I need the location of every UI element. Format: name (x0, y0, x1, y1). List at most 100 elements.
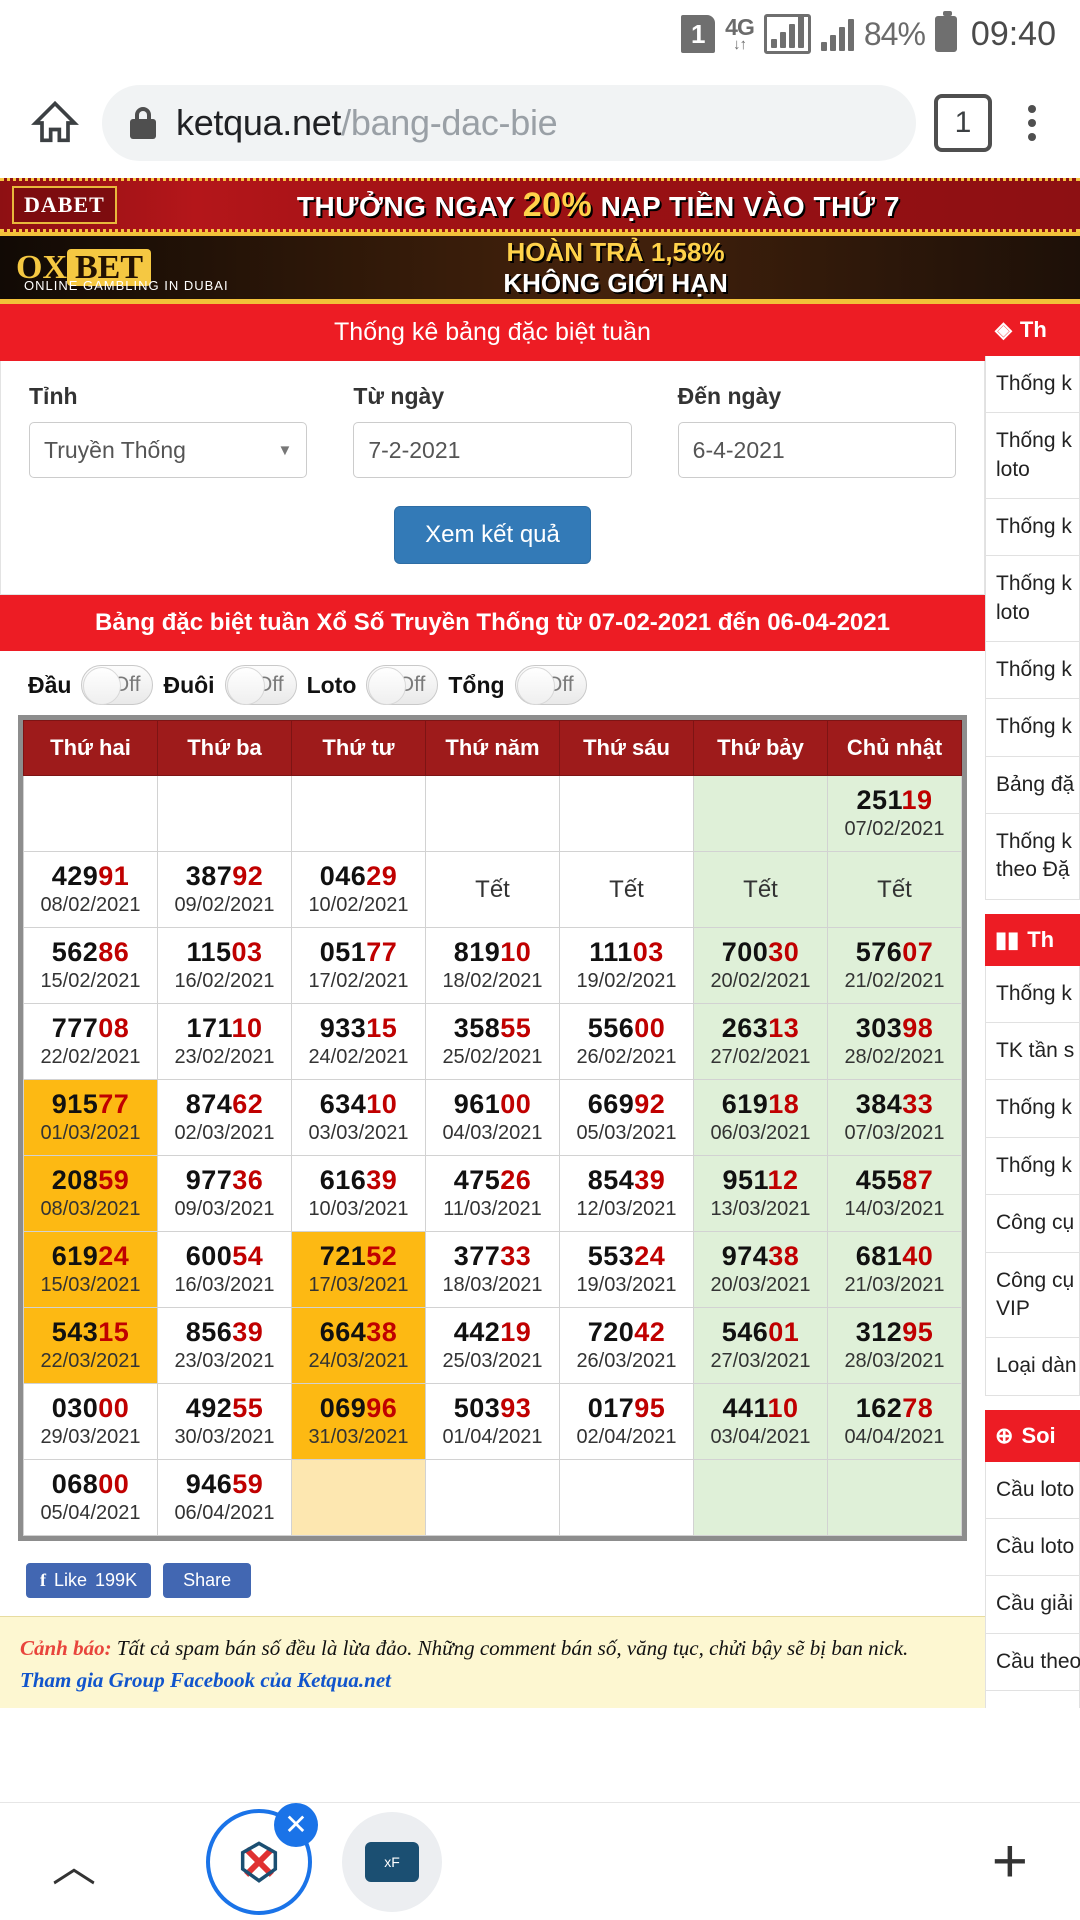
lottery-date: 18/02/2021 (442, 969, 543, 992)
table-cell: 97736 09/03/2021 (157, 1155, 292, 1232)
signal-strength-2-icon (820, 17, 854, 51)
table-cell: 93315 24/02/2021 (291, 1003, 426, 1080)
sidebar-item-2-2[interactable]: Cầu giải (985, 1576, 1080, 1634)
lottery-number: 60054 (185, 1241, 264, 1272)
home-icon[interactable] (26, 94, 84, 152)
lottery-number: 20859 (51, 1165, 130, 1196)
table-cell (291, 775, 426, 852)
table-cell: 31295 28/03/2021 (827, 1307, 962, 1384)
table-cell (425, 775, 560, 852)
lottery-date: 03/04/2021 (710, 1425, 811, 1448)
xenforo-icon: xF (365, 1841, 419, 1882)
table-cell: 57607 21/02/2021 (827, 927, 962, 1004)
table-cell (559, 1459, 694, 1536)
floating-bubble-primary[interactable]: ✕ (206, 1802, 318, 1915)
lottery-number: 77708 (51, 1013, 130, 1044)
browser-toolbar: ketqua.net/bang-dac-bie 1 (0, 68, 1080, 178)
lottery-date: 31/03/2021 (308, 1425, 409, 1448)
table-cell-holiday: Tết (559, 851, 694, 928)
sidebar-item-1-1[interactable]: TK tần s (985, 1023, 1080, 1081)
lottery-number: 56286 (51, 937, 130, 968)
table-cell: 54315 22/03/2021 (23, 1307, 158, 1384)
toggle-switch-1[interactable]: Off (224, 665, 297, 705)
plus-icon[interactable]: + (992, 1830, 1028, 1893)
chevron-up-icon[interactable]: ︿ (52, 1830, 96, 1894)
lottery-number: 61924 (51, 1241, 130, 1272)
tab-switcher-button[interactable]: 1 (934, 94, 992, 152)
sidebar-item-2-3[interactable]: Cầu theo (985, 1633, 1080, 1691)
sidebar-item-1-2[interactable]: Thống k (985, 1080, 1080, 1138)
toggle-label-3: Tổng (448, 671, 505, 698)
table-cell: 54601 27/03/2021 (693, 1307, 828, 1384)
table-cell (291, 1459, 426, 1536)
close-icon[interactable]: ✕ (274, 1802, 318, 1847)
sidebar-item-0-5[interactable]: Thống k (985, 699, 1080, 757)
ad-banner-oxbet-text: HOÀN TRẢ 1,58% KHÔNG GIỚI HẠN (151, 237, 1080, 299)
lottery-number: 16278 (855, 1393, 934, 1424)
table-cell: 11503 16/02/2021 (157, 927, 292, 1004)
lottery-number: 72042 (587, 1317, 666, 1348)
sidebar-item-0-4[interactable]: Thống k (985, 642, 1080, 700)
lottery-number: 66992 (587, 1089, 666, 1120)
sidebar-item-2-1[interactable]: Cầu loto (985, 1518, 1080, 1577)
sidebar-item-0-2[interactable]: Thống k (985, 499, 1080, 557)
submit-button[interactable]: Xem kết quả (394, 506, 591, 564)
ad-banner-dabet[interactable]: DABET THƯỞNG NGAY 20% NẠP TIỀN VÀO THỨ 7 (0, 178, 1080, 232)
floating-bubble-secondary[interactable]: xF (342, 1811, 442, 1912)
province-select[interactable]: Truyền Thống ▼ (29, 422, 308, 478)
sidebar-item-2-0[interactable]: Cầu loto (985, 1461, 1080, 1519)
table-cell: 96100 04/03/2021 (425, 1079, 560, 1156)
sidebar-item-1-4[interactable]: Công cụ (985, 1195, 1080, 1253)
sidebar-item-0-6[interactable]: Bảng đặ (985, 756, 1080, 815)
table-cell: 94659 06/04/2021 (157, 1459, 292, 1536)
lottery-date: 21/02/2021 (844, 969, 945, 992)
dabet-text-2: NẠP TIỀN VÀO THỨ 7 (600, 190, 900, 222)
lottery-number: 35855 (453, 1013, 532, 1044)
warning-link[interactable]: Tham gia Group Facebook của Ketqua.net (20, 1668, 391, 1692)
sidebar-item-0-0[interactable]: Thống k (985, 356, 1080, 414)
lottery-number: 72152 (319, 1241, 398, 1272)
sidebar-item-1-3[interactable]: Thống k (985, 1137, 1080, 1196)
lottery-number: 42991 (51, 861, 130, 892)
ad-banner-oxbet[interactable]: OX BET ONLINE GAMBLING IN DUBAI HOÀN TRẢ … (0, 232, 1080, 304)
sidebar-item-0-3[interactable]: Thống k loto (985, 556, 1080, 643)
column-header-2: Thứ tư (291, 720, 426, 776)
table-cell: 38792 09/02/2021 (157, 851, 292, 928)
table-cell-holiday: Tết (693, 851, 828, 928)
table-cell: 05177 17/02/2021 (291, 927, 426, 1004)
lottery-number: 85639 (185, 1317, 264, 1348)
chevron-down-icon: ▼ (277, 441, 293, 459)
sidebar-item-0-7[interactable]: Thống k theo Đặ (985, 814, 1080, 900)
url-bar[interactable]: ketqua.net/bang-dac-bie (102, 85, 916, 161)
toggle-label-1: Đuôi (163, 671, 215, 698)
kebab-menu-icon[interactable] (1010, 105, 1054, 141)
lottery-number: 87462 (185, 1089, 264, 1120)
url-path: /bang-dac-bie (341, 102, 558, 143)
lottery-date: 12/03/2021 (576, 1197, 677, 1220)
lottery-date: 10/02/2021 (308, 893, 409, 916)
from-date-input[interactable]: 7-2-2021 (353, 422, 632, 478)
sim-card-icon: 1 (681, 15, 716, 53)
table-cell: 20859 08/03/2021 (23, 1155, 158, 1232)
facebook-share-button[interactable]: Share (163, 1563, 252, 1598)
sidebar-item-1-6[interactable]: Loại dàn (985, 1338, 1080, 1396)
lottery-date: 25/03/2021 (442, 1349, 543, 1372)
to-date-input[interactable]: 6-4-2021 (677, 422, 956, 478)
lottery-date: 24/02/2021 (308, 1045, 409, 1068)
toggle-switch-0[interactable]: Off (81, 665, 154, 705)
toggle-switch-2[interactable]: Off (366, 665, 439, 705)
facebook-like-button[interactable]: f Like 199K (26, 1563, 152, 1598)
table-cell: 56286 15/02/2021 (23, 927, 158, 1004)
toggle-switch-3[interactable]: Off (514, 665, 587, 705)
lottery-date: 28/02/2021 (844, 1045, 945, 1068)
sidebar-item-1-5[interactable]: Công cụ VIP (985, 1252, 1080, 1339)
sidebar-item-0-1[interactable]: Thống k loto (985, 413, 1080, 500)
province-field: Tỉnh Truyền Thống ▼ (29, 383, 308, 478)
table-cell-holiday: Tết (827, 851, 962, 928)
table-row: 61924 15/03/2021 60054 16/03/2021 72152 17/03… (23, 1231, 962, 1308)
table-cell: 61639 10/03/2021 (291, 1155, 426, 1232)
lottery-number: 94659 (185, 1469, 264, 1500)
column-header-1: Thứ ba (157, 720, 292, 776)
sidebar-item-2-4[interactable]: Số mơ (985, 1690, 1080, 1708)
sidebar-item-1-0[interactable]: Thống k (985, 965, 1080, 1024)
